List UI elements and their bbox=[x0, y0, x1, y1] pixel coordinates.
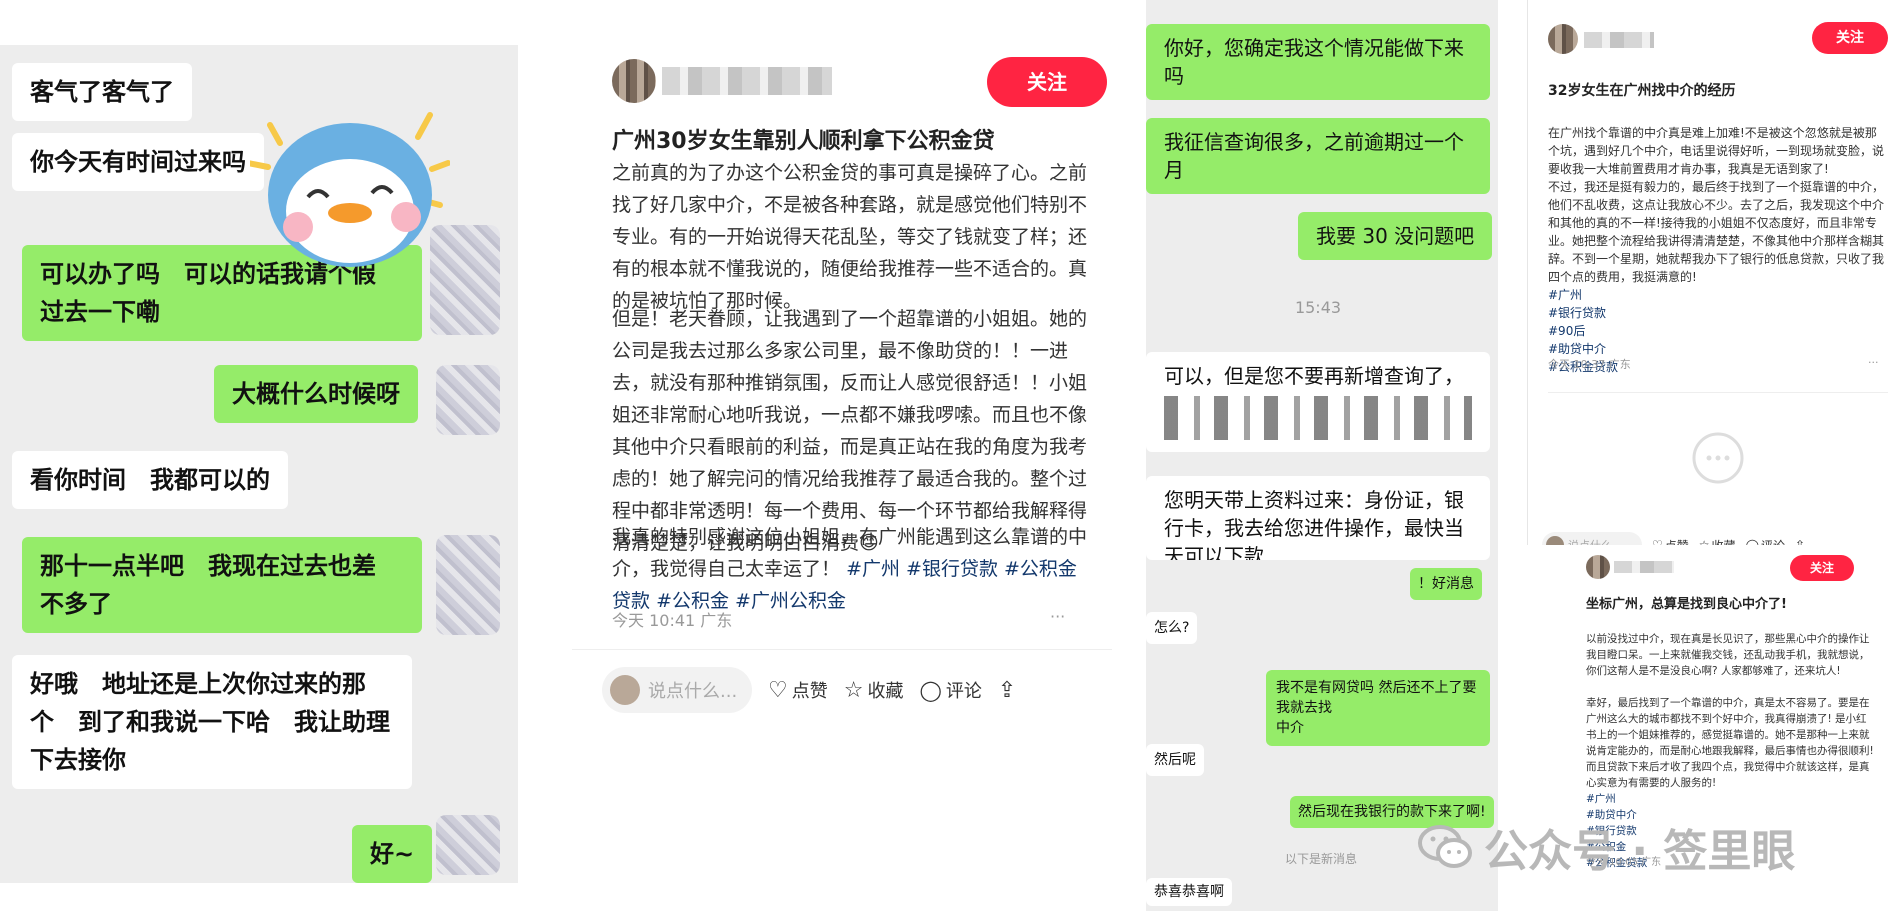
user-avatar bbox=[610, 675, 640, 705]
empty-comments-icon bbox=[1692, 432, 1744, 484]
comment-input[interactable]: 说点什么... bbox=[1542, 532, 1642, 545]
author-avatar[interactable] bbox=[1548, 24, 1578, 54]
heart-icon: ♡ bbox=[1652, 538, 1663, 545]
chat-message: ！好消息 bbox=[1410, 568, 1482, 600]
time-separator: 15:43 bbox=[1294, 298, 1342, 317]
post-paragraph: 以前没找过中介，现在真是长见识了，那些黑心中介的操作让我目瞪口呆。一上来就催我交… bbox=[1586, 633, 1874, 789]
chat-message: 那十一点半吧 我现在过去也差 不多了 bbox=[22, 537, 422, 633]
collect-button[interactable]: ☆ 收藏 bbox=[844, 677, 904, 703]
like-button[interactable]: ♡ 点赞 bbox=[1652, 537, 1689, 546]
watermark: 公众号 · 签里眼 bbox=[1418, 815, 1795, 879]
wechat-icon bbox=[1418, 825, 1472, 868]
comment-icon: ◯ bbox=[1745, 538, 1759, 545]
post-paragraph: 在广州找个靠谱的中介真是难上加难!不是被这个忽悠就是被那个坑，遇到好几个中介，电… bbox=[1548, 126, 1885, 284]
chat-message-text: 可以，但是您不要再新增查询了， bbox=[1164, 364, 1464, 388]
watermark-text: 公众号 · 签里眼 bbox=[1484, 826, 1796, 877]
share-button[interactable]: ⇪ bbox=[1795, 538, 1805, 545]
follow-button[interactable]: 关注 bbox=[1812, 22, 1888, 54]
chat-message: 我不是有网贷吗 然后还不上了要 我就去找 中介 bbox=[1266, 670, 1490, 746]
share-icon: ⇪ bbox=[1795, 538, 1806, 545]
hashtag[interactable]: #广州 bbox=[1586, 793, 1616, 805]
comment-button[interactable]: ◯ 评论 bbox=[1745, 537, 1785, 546]
chat-screenshot-1: 客气了客气了 你今天有时间过来吗 可以办了吗 可以的话我请个假 过去一下嘞 大概… bbox=[0, 45, 518, 883]
more-icon[interactable]: ··· bbox=[1868, 356, 1879, 369]
chat-message: 可以，但是您不要再新增查询了， bbox=[1146, 352, 1490, 452]
chat-message: 怎么? bbox=[1146, 612, 1198, 644]
hashtag[interactable]: #90后 bbox=[1548, 324, 1585, 338]
heart-icon: ♡ bbox=[768, 677, 788, 703]
post-paragraph: 之前真的为了办这个公积金贷的事可真是操碎了心。之前找了好几家中介，不是被各种套路… bbox=[612, 162, 1088, 312]
hashtag[interactable]: #广州公积金 bbox=[735, 590, 846, 612]
chat-message: 我要 30 没问题吧 bbox=[1298, 212, 1493, 260]
chat-message: 客气了客气了 bbox=[12, 63, 192, 121]
share-icon: ⇪ bbox=[997, 677, 1017, 703]
chat-message: 你今天有时间过来吗 bbox=[12, 133, 264, 191]
post-time-location: 今天 10:37 广东 bbox=[1548, 358, 1631, 371]
star-icon: ☆ bbox=[1698, 538, 1710, 545]
collect-label: 收藏 bbox=[1712, 537, 1736, 546]
author-name[interactable] bbox=[1614, 561, 1674, 573]
chat-message: 您明天带上资料过来：身份证，银 行卡，我去给您进件操作，最快当 天可以下款 bbox=[1146, 476, 1490, 560]
comment-label: 评论 bbox=[945, 681, 982, 702]
chat-message: 好~ bbox=[352, 825, 433, 883]
author-avatar[interactable] bbox=[612, 59, 656, 103]
more-icon[interactable]: ··· bbox=[1050, 607, 1065, 626]
share-button[interactable]: ⇪ bbox=[998, 678, 1016, 703]
star-icon: ☆ bbox=[843, 677, 864, 703]
comment-label: 评论 bbox=[1761, 537, 1785, 546]
post-screenshot-1: 关注 广州30岁女生靠别人顺利拿下公积金贷 之前真的为了办这个公积金贷的事可真是… bbox=[572, 45, 1112, 895]
chat-message: 看你时间 我都可以的 bbox=[12, 451, 288, 509]
follow-button[interactable]: 关注 bbox=[1790, 555, 1854, 581]
blurred-avatar bbox=[436, 815, 500, 875]
hashtag[interactable]: #银行贷款 bbox=[1548, 306, 1606, 320]
author-name[interactable] bbox=[1584, 32, 1654, 48]
collect-label: 收藏 bbox=[867, 681, 904, 702]
divider bbox=[1548, 392, 1888, 393]
chat-message: 然后呢 bbox=[1146, 744, 1204, 776]
chat-message: 你好，您确定我这个情况能做下来 吗 bbox=[1146, 24, 1490, 100]
collect-button[interactable]: ☆ 收藏 bbox=[1698, 537, 1736, 546]
post-screenshot-2: 关注 32岁女生在广州找中介的经历 在广州找个靠谱的中介真是难上加难!不是被这个… bbox=[1527, 0, 1895, 545]
blurred-avatar bbox=[436, 365, 500, 435]
comment-placeholder: 说点什么... bbox=[648, 681, 738, 702]
post-paragraph-with-tags: 我真的特别感谢这位小姐姐，在广州能遇到这么靠谱的中介，我觉得自己太幸运了！ #广… bbox=[612, 521, 1092, 617]
blurred-avatar bbox=[436, 535, 500, 635]
hashtag[interactable]: #银行贷款 bbox=[906, 558, 998, 580]
chat-screenshot-2: 你好，您确定我这个情况能做下来 吗 我征信查询很多，之前逾期过一个 月 我要 3… bbox=[1146, 0, 1498, 911]
new-messages-separator: 以下是新消息 bbox=[1284, 852, 1357, 866]
user-avatar bbox=[1546, 536, 1564, 545]
comment-button[interactable]: ◯ 评论 bbox=[919, 677, 981, 703]
chat-message: 我征信查询很多，之前逾期过一个 月 bbox=[1146, 118, 1490, 194]
post-body: 在广州找个靠谱的中介真是难上加难!不是被这个忽悠就是被那个坑，遇到好几个中介，电… bbox=[1548, 106, 1888, 376]
post-action-bar: 说点什么... ♡ 点赞 ☆ 收藏 ◯ 评论 ⇪ bbox=[1542, 530, 1892, 545]
divider bbox=[572, 649, 1112, 650]
author-avatar[interactable] bbox=[1586, 555, 1610, 579]
like-label: 点赞 bbox=[791, 681, 828, 702]
post-action-bar: 说点什么... ♡ 点赞 ☆ 收藏 ◯ 评论 ⇪ bbox=[602, 665, 1102, 715]
comment-icon: ◯ bbox=[919, 678, 942, 702]
chat-message: 好哦 地址还是上次你过来的那 个 到了和我说一下哈 我让助理 下去接你 bbox=[12, 655, 412, 789]
hashtag[interactable]: #广州 bbox=[1548, 288, 1582, 302]
redacted-text bbox=[1164, 396, 1472, 440]
like-button[interactable]: ♡ 点赞 bbox=[768, 677, 828, 703]
follow-button[interactable]: 关注 bbox=[987, 57, 1107, 107]
penguin-sticker bbox=[250, 112, 450, 267]
comment-input[interactable]: 说点什么... bbox=[602, 667, 752, 713]
author-name[interactable] bbox=[662, 67, 832, 95]
chat-message: 大概什么时候呀 bbox=[214, 365, 418, 423]
hashtag[interactable]: #广州 bbox=[846, 558, 900, 580]
chat-message: 恭喜恭喜啊 bbox=[1146, 878, 1232, 906]
hashtag[interactable]: #助贷中介 bbox=[1548, 342, 1606, 356]
post-title: 广州30岁女生靠别人顺利拿下公积金贷 bbox=[612, 129, 995, 154]
post-title: 32岁女生在广州找中介的经历 bbox=[1548, 83, 1736, 99]
comment-placeholder: 说点什么... bbox=[1568, 537, 1623, 545]
like-label: 点赞 bbox=[1665, 537, 1689, 546]
post-time-location: 今天 10:41 广东 bbox=[612, 611, 733, 630]
post-title: 坐标广州，总算是找到良心中介了! bbox=[1586, 597, 1787, 612]
